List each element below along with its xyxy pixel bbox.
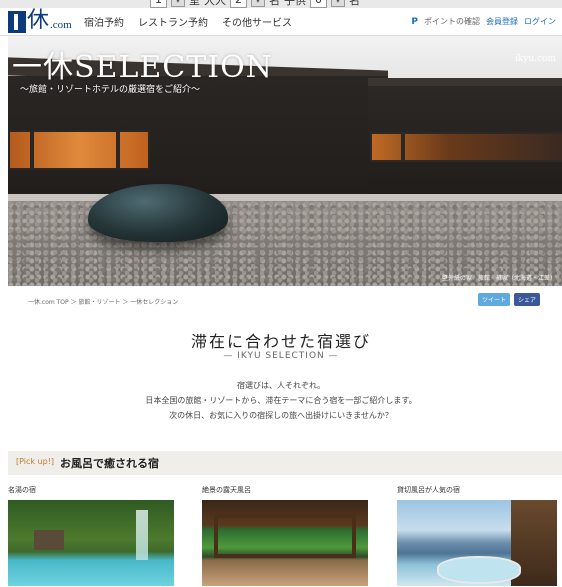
- card-image[interactable]: [202, 500, 368, 586]
- card-image[interactable]: [8, 500, 174, 586]
- window-divider: [401, 132, 405, 162]
- points-link[interactable]: ポイントの確認: [424, 16, 480, 27]
- card-image[interactable]: [397, 500, 557, 586]
- card-title: 絶景の露天風呂: [202, 486, 251, 494]
- adults-label: 大人: [204, 0, 226, 7]
- pickup-tag: [Pick up!]: [16, 457, 55, 466]
- rooms-unit: 室: [189, 0, 200, 7]
- image-waterfall: [136, 510, 148, 560]
- adults-select[interactable]: 2: [230, 0, 247, 8]
- register-link[interactable]: 会員登録: [486, 16, 518, 27]
- section-title: 滞在に合わせた宿選び: [190, 332, 371, 351]
- main-nav: 宿泊予約 レストラン予約 その他サービス: [84, 14, 292, 29]
- intro-text: 宿選びは、人それぞれ。 日本全国の旅館・リゾートから、滞在テーマに合う宿を一部ご…: [0, 378, 562, 423]
- card-title: 名湯の宿: [8, 486, 36, 494]
- hero-title: 一休SELECTION: [12, 50, 273, 85]
- image-hut: [34, 530, 64, 550]
- section-subtitle: — IKYU SELECTION —: [223, 351, 339, 361]
- logo-kanji: 休: [27, 8, 50, 33]
- hero-window-right: [370, 132, 562, 162]
- hero-subtitle: ～旅館・リゾートホテルの厳選宿をご紹介～: [20, 85, 201, 95]
- window-divider: [30, 130, 34, 170]
- hero-caption: 壁外紙の家 旅館 蘇家（北海道・江差）: [441, 275, 556, 282]
- image-tub: [437, 556, 521, 584]
- card-scenic-onsen[interactable]: 絶景の露天風呂: [202, 485, 368, 586]
- image-frame: [214, 514, 356, 558]
- pickup-title: お風呂で癒される宿: [60, 457, 159, 470]
- points-icon: P: [411, 16, 418, 27]
- intro-line: 日本全国の旅館・リゾートから、滞在テーマに合う宿を一部ご紹介します。: [145, 396, 417, 405]
- card-private-bath[interactable]: 貸切風呂が人気の宿: [397, 485, 557, 586]
- site-logo[interactable]: 休 .com: [8, 9, 72, 33]
- header-right: P ポイントの確認 会員登録 ログイン: [411, 16, 556, 27]
- children-unit: 名: [349, 0, 360, 7]
- hero-banner: 一休SELECTION ～旅館・リゾートホテルの厳選宿をご紹介～ ikyu.co…: [8, 36, 562, 286]
- site-header: 休 .com 宿泊予約 レストラン予約 その他サービス P ポイントの確認 会員…: [0, 8, 562, 36]
- tweet-button[interactable]: ツイート: [478, 293, 511, 306]
- hero-watermark: ikyu.com: [514, 54, 556, 64]
- card-famous-spa[interactable]: 名湯の宿: [8, 485, 174, 586]
- card-title: 貸切風呂が人気の宿: [397, 486, 460, 494]
- search-strip: 1 ▼ 室 大人 2 ▼ 名 子供 0 ▼ 名: [0, 0, 562, 8]
- nav-item-hotel[interactable]: 宿泊予約: [84, 14, 124, 29]
- pickup-band: [Pick up!] お風呂で癒される宿: [8, 451, 562, 475]
- pickup-cards: 名湯の宿 絶景の露天風呂 貸切風呂が人気の宿: [8, 485, 562, 587]
- children-label: 子供: [284, 0, 306, 7]
- facebook-share-button[interactable]: シェア: [514, 293, 541, 306]
- chevron-down-icon[interactable]: ▼: [171, 0, 185, 7]
- intro-line: 宿選びは、人それぞれ。: [236, 381, 326, 390]
- intro-line: 次の休日、お気に入りの宿探しの旅へ出掛けにいきませんか？: [169, 411, 393, 420]
- rooms-select[interactable]: 1: [150, 0, 167, 8]
- adults-unit: 名: [269, 0, 280, 7]
- chevron-down-icon[interactable]: ▼: [251, 0, 265, 7]
- logo-suffix: .com: [50, 19, 72, 31]
- children-select[interactable]: 0: [310, 0, 327, 8]
- nav-item-restaurant[interactable]: レストラン予約: [138, 14, 208, 29]
- window-divider: [116, 130, 120, 170]
- share-buttons: ツイート シェア: [478, 293, 541, 306]
- login-link[interactable]: ログイン: [524, 16, 556, 27]
- nav-item-other[interactable]: その他サービス: [222, 14, 292, 29]
- logo-mark: [8, 11, 26, 33]
- breadcrumb[interactable]: 一休.com TOP ＞ 旅館・リゾート ＞ 一休セレクション: [28, 297, 178, 306]
- chevron-down-icon[interactable]: ▼: [331, 0, 345, 7]
